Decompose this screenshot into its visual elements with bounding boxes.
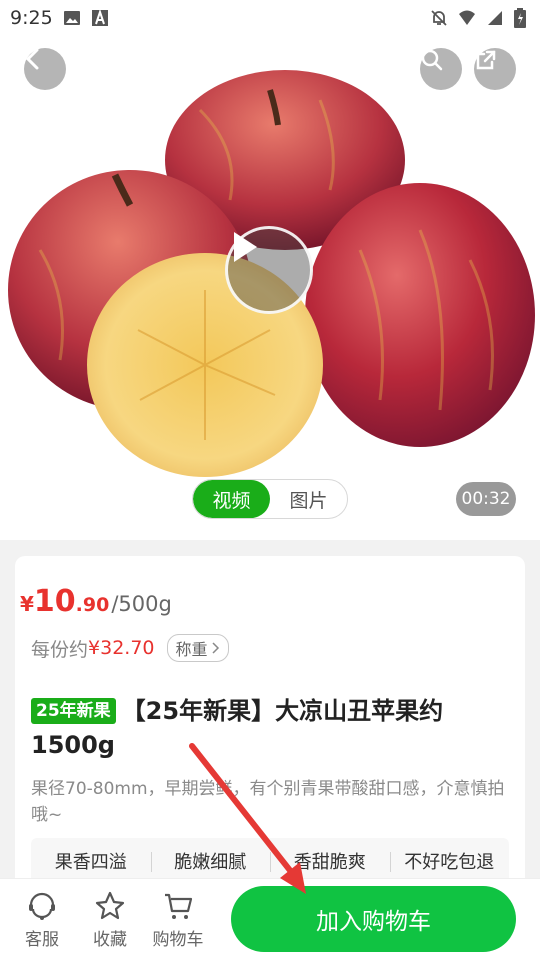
search-icon [421, 49, 443, 71]
product-description: 果径70-80mm，早期尝鲜，有个别青果带酸甜口感，介意慎拍哦~ [31, 779, 505, 825]
feature-tag: 脆嫩细腻 [150, 848, 271, 874]
price-integer: 10 [33, 584, 76, 619]
per-portion-label: 每份约 [31, 638, 89, 661]
font-a-icon [91, 9, 108, 26]
status-bar: 9:25 [0, 0, 540, 36]
share-button[interactable] [474, 48, 516, 90]
weigh-info-button[interactable]: 称重 [166, 634, 229, 662]
battery-icon [514, 8, 526, 28]
customer-service-label: 客服 [25, 930, 59, 950]
feature-tag: 不好吃包退 [389, 848, 510, 874]
tab-images[interactable]: 图片 [270, 480, 347, 518]
video-duration: 00:32 [456, 482, 516, 516]
cart-label: 购物车 [152, 930, 204, 950]
play-icon [234, 232, 257, 262]
star-icon [95, 891, 125, 920]
tab-video[interactable]: 视频 [193, 480, 270, 518]
cart-icon [165, 893, 193, 919]
status-time: 9:25 [10, 7, 53, 29]
customer-service-button[interactable]: 客服 [14, 889, 70, 950]
chevron-left-icon [25, 48, 39, 70]
new-fruit-badge: 25年新果 [31, 698, 116, 724]
search-button[interactable] [420, 48, 462, 90]
back-button[interactable] [24, 48, 66, 90]
price-decimal: .90 [75, 594, 110, 616]
per-portion-price: 每份约 ¥32.70 称重 [31, 634, 229, 662]
wifi-icon [459, 10, 475, 25]
play-video-button[interactable] [225, 226, 313, 314]
feature-tag: 果香四溢 [54, 852, 127, 873]
image-icon [63, 11, 80, 25]
price-currency: ¥ [20, 592, 34, 616]
price-unit: /500g [111, 592, 172, 616]
add-to-cart-button[interactable]: 加入购物车 [231, 886, 516, 952]
product-detail-screen: 视频 图片 00:32 9:25 ¥ 10 .90 /500g 每份约 ¥32.… [0, 0, 540, 960]
mute-bell-icon [431, 10, 447, 26]
price: ¥ 10 .90 /500g [20, 584, 172, 619]
weigh-label: 称重 [175, 640, 208, 659]
customer-service-icon [29, 892, 55, 920]
favorite-button[interactable]: 收藏 [82, 889, 138, 950]
product-hero-media[interactable]: 视频 图片 00:32 [0, 0, 540, 540]
product-title-block: 25年新果 【25年新果】大凉山丑苹果约1500g [31, 694, 501, 762]
media-type-toggle: 视频 图片 [192, 479, 348, 519]
share-icon [476, 50, 496, 70]
favorite-label: 收藏 [93, 930, 127, 950]
signal-icon [488, 11, 502, 25]
feature-tag: 香甜脆爽 [270, 848, 390, 874]
per-portion-value: ¥32.70 [88, 637, 155, 659]
chevron-right-icon [211, 642, 219, 654]
cart-button[interactable]: 购物车 [150, 889, 206, 950]
